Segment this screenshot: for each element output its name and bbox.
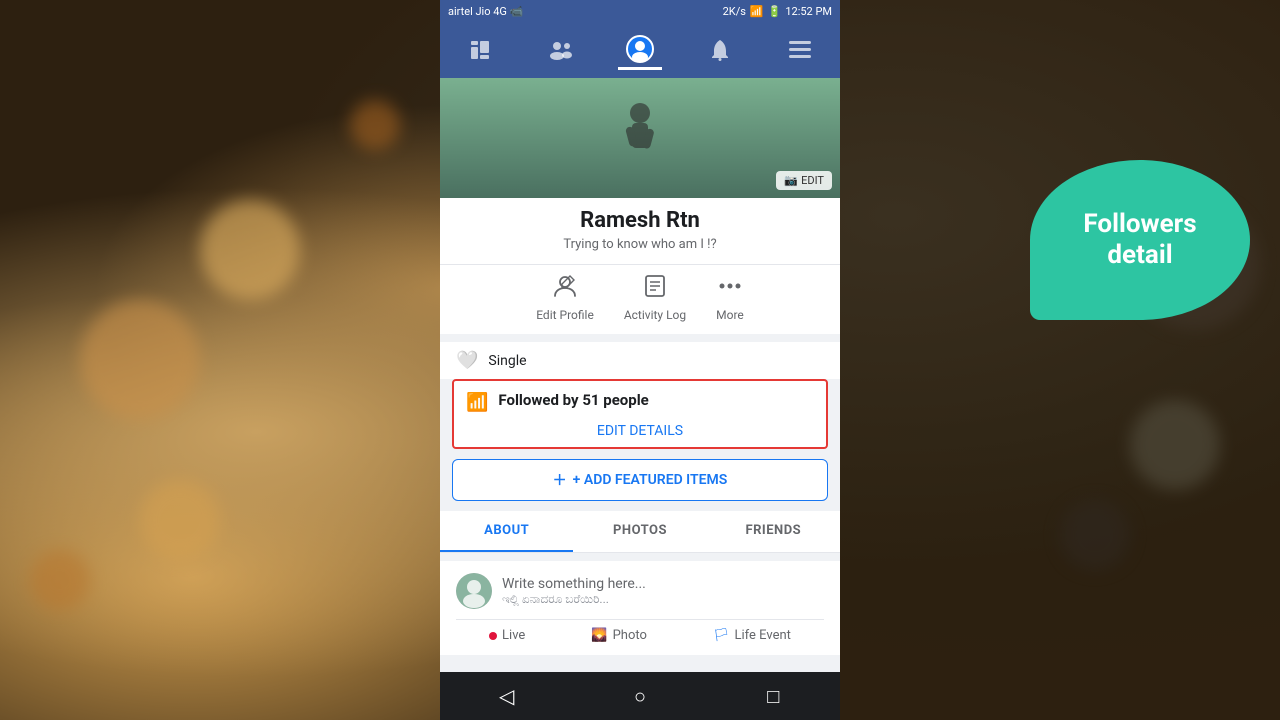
add-featured-icon: ＋	[553, 470, 567, 490]
followed-count: 51 people	[582, 391, 648, 409]
life-event-button[interactable]: 🏳 Life Event	[713, 628, 791, 643]
post-avatar	[456, 573, 492, 609]
bokeh-circle	[80, 300, 200, 420]
time-text: 12:52 PM	[785, 5, 832, 18]
profile-bio: Trying to know who am I !?	[563, 237, 716, 252]
live-dot-icon	[489, 632, 497, 640]
speed-text: 2K/s	[723, 5, 746, 18]
tab-friends[interactable]: FRIENDS	[707, 511, 840, 552]
carrier-info: airtel Jio 4G 📹	[448, 5, 524, 18]
followed-info: 📶 Followed by 51 people	[466, 387, 814, 417]
activity-log-button[interactable]: Activity Log	[624, 273, 686, 322]
bokeh-circle	[350, 100, 400, 150]
more-button[interactable]: More	[716, 273, 744, 322]
profile-section: 📷 EDIT Ramesh Rtn Trying to know who am …	[440, 78, 840, 334]
followed-prefix: Followed by	[498, 391, 582, 409]
profile-tabs: ABOUT PHOTOS FRIENDS	[440, 511, 840, 553]
tooltip-line1: Followers	[1083, 209, 1196, 240]
followed-text: Followed by 51 people	[498, 387, 648, 417]
cover-photo: 📷 EDIT	[440, 78, 840, 198]
tab-about[interactable]: ABOUT	[440, 511, 573, 552]
heart-icon: 🤍	[456, 350, 478, 371]
post-input-text[interactable]: Write something here... ಇಲ್ಲಿ ಏನಾದರೂ ಬರೆ…	[502, 576, 824, 607]
bokeh-circle	[1130, 400, 1220, 490]
post-placeholder-sub: ಇಲ್ಲಿ ಏನಾದರೂ ಬರೆಯಿರಿ...	[502, 592, 824, 607]
feed-nav-icon[interactable]	[458, 30, 502, 70]
photo-button[interactable]: 🌄 Photo	[591, 628, 647, 643]
edit-details-link[interactable]: EDIT DETAILS	[466, 417, 814, 447]
more-icon	[717, 273, 743, 305]
relationship-label: Single	[488, 353, 526, 369]
followers-highlight-box: 📶 Followed by 51 people EDIT DETAILS	[452, 379, 828, 449]
bottom-nav: ◁ ○ □	[440, 672, 840, 720]
content-area: 📷 EDIT Ramesh Rtn Trying to know who am …	[440, 78, 840, 672]
post-actions: Live 🌄 Photo 🏳 Life Event	[456, 619, 824, 643]
live-label: Live	[502, 628, 525, 643]
bokeh-circle	[140, 480, 220, 560]
post-area: Write something here... ಇಲ್ಲಿ ಏನಾದರೂ ಬರೆ…	[440, 561, 840, 655]
action-buttons-row: Edit Profile Activity Log	[440, 264, 840, 334]
profile-nav-icon[interactable]	[618, 30, 662, 70]
battery-icon: 🔋	[768, 5, 782, 18]
post-placeholder: Write something here...	[502, 576, 824, 592]
life-event-label: Life Event	[735, 628, 791, 643]
carrier-text: airtel Jio 4G	[448, 5, 507, 18]
add-featured-button[interactable]: ＋ + ADD FEATURED ITEMS	[452, 459, 828, 501]
signal-icon: 📶	[750, 5, 764, 18]
notifications-nav-icon[interactable]	[698, 30, 742, 70]
add-featured-label: + ADD FEATURED ITEMS	[573, 472, 728, 488]
friends-nav-icon[interactable]	[538, 30, 582, 70]
photo-icon: 🌄	[591, 628, 607, 643]
photo-label: Photo	[613, 628, 647, 643]
status-bar: airtel Jio 4G 📹 2K/s 📶 🔋 12:52 PM	[440, 0, 840, 22]
back-button[interactable]: ◁	[482, 681, 532, 711]
bokeh-circle	[1060, 500, 1130, 570]
bokeh-circle	[30, 550, 90, 610]
live-button[interactable]: Live	[489, 628, 525, 643]
followers-icon: 📶	[466, 392, 488, 413]
phone-frame: airtel Jio 4G 📹 2K/s 📶 🔋 12:52 PM	[440, 0, 840, 720]
cover-edit-button[interactable]: 📷 EDIT	[776, 171, 832, 190]
activity-log-label: Activity Log	[624, 308, 686, 322]
relationship-info: 🤍 Single	[440, 342, 840, 379]
status-right: 2K/s 📶 🔋 12:52 PM	[723, 5, 832, 18]
cover-edit-label: EDIT	[801, 174, 824, 187]
bokeh-circle	[200, 200, 300, 300]
recents-button[interactable]: □	[748, 681, 798, 711]
tab-photos[interactable]: PHOTOS	[573, 511, 706, 552]
followers-tooltip: Followers detail	[1030, 160, 1250, 320]
menu-nav-icon[interactable]	[778, 30, 822, 70]
home-button[interactable]: ○	[615, 681, 665, 711]
info-section: 🤍 Single	[440, 342, 840, 379]
edit-profile-icon	[552, 273, 578, 305]
camera-icon: 📷	[784, 174, 798, 187]
edit-profile-button[interactable]: Edit Profile	[536, 273, 594, 322]
profile-name: Ramesh Rtn	[580, 208, 700, 233]
life-event-icon: 🏳	[713, 628, 730, 643]
post-input-row: Write something here... ಇಲ್ಲಿ ಏನಾದರೂ ಬರೆ…	[456, 573, 824, 609]
activity-log-icon	[642, 273, 668, 305]
tooltip-line2: detail	[1107, 240, 1172, 271]
more-label: More	[716, 308, 744, 322]
top-nav-bar	[440, 22, 840, 78]
video-icon: 📹	[510, 5, 524, 18]
edit-profile-label: Edit Profile	[536, 308, 594, 322]
